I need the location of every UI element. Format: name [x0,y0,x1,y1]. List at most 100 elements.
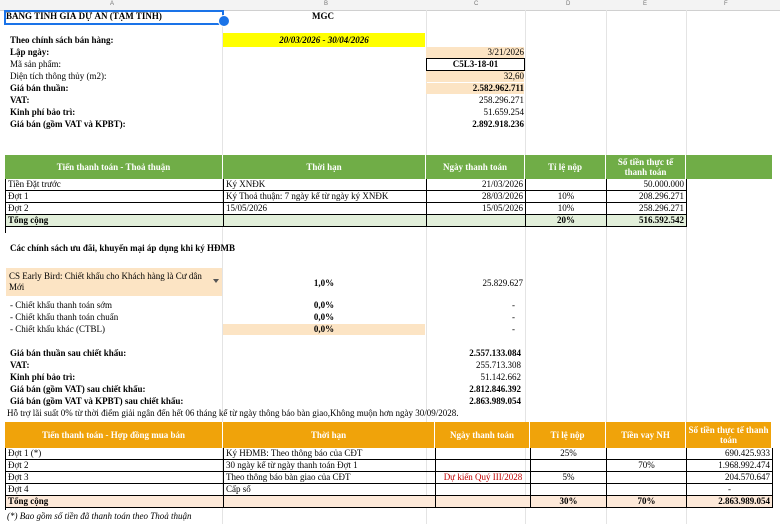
summary-label[interactable]: Giá bán (gồm VAT) sau chiết khấu: [10,384,146,395]
footnote[interactable]: (*) Bao gồm số tiền đã thanh toán theo T… [7,511,192,522]
total-amount[interactable]: 516.592.542 [607,215,687,226]
info-label[interactable]: Giá bán (gồm VAT và KPBT): [10,119,126,130]
early-bird-rate[interactable]: 1,0% [223,278,425,289]
table2-header-cell[interactable]: Tiền vay NH [606,422,686,448]
info-label[interactable]: VAT: [10,95,30,106]
amount-cell[interactable]: - [687,484,773,495]
table2-header-cell[interactable]: Tiến thanh toán - Hợp đồng mua bán [5,422,223,448]
discount-rate[interactable]: 0,0% [223,312,425,323]
amount-cell[interactable]: 690.425.933 [687,448,773,459]
rate-cell[interactable] [531,460,607,471]
amount-cell[interactable]: 204.570.647 [687,472,773,483]
summary-value[interactable]: 255.713.308 [426,360,521,371]
summary-label[interactable]: VAT: [10,360,30,371]
summary-label[interactable]: Giá bán thuần sau chiết khấu: [10,348,126,359]
column-header-d[interactable]: D [566,1,570,7]
rate-cell[interactable]: 5% [531,472,607,483]
column-header-c[interactable]: C [474,1,478,7]
date-cell[interactable]: Dự kiến Quý III/2028 [436,472,531,483]
discount-label[interactable]: - Chiết khấu khác (CTBL) [10,324,105,335]
info-label[interactable]: Diện tích thông thủy (m2): [10,71,107,82]
discount-amount[interactable]: - [426,300,515,311]
loan-cell[interactable] [607,448,687,459]
table2-header-cell[interactable]: Số tiền thực tế thanh toán [686,422,772,448]
date-cell[interactable] [427,215,526,226]
table2-header-cell[interactable]: Tỉ lệ nộp [530,422,606,448]
info-value[interactable]: 3/21/2026 [426,47,524,58]
rate-cell[interactable] [526,179,607,190]
stage-cell[interactable]: Đợt 1 (*) [6,448,224,459]
date-cell[interactable]: 28/03/2026 [427,191,526,202]
table2-header-cell[interactable]: Ngày thanh toán [435,422,530,448]
total-label[interactable]: Tổng cộng [6,215,224,226]
summary-label[interactable]: Kinh phí bảo trì: [10,372,75,383]
loan-cell[interactable] [607,472,687,483]
rate-cell[interactable]: 10% [526,203,607,214]
term-cell[interactable] [224,496,436,507]
discount-heading[interactable]: Các chính sách ưu đãi, khuyến mại áp dụn… [10,243,235,254]
term-cell[interactable]: Cấp sổ [224,484,436,495]
spreadsheet[interactable]: A B C D E F BẢNG TÍNH GIÁ DỰ ÁN (TẠM TÍN… [0,0,780,524]
column-header-a[interactable]: A [110,1,114,7]
term-cell[interactable]: Ký HĐMB: Theo thông báo của CĐT [224,448,436,459]
date-cell[interactable]: 15/05/2026 [427,203,526,214]
selection-handle[interactable] [218,15,230,27]
term-cell[interactable]: 15/05/2026 [224,203,427,214]
discount-amount[interactable]: - [426,312,515,323]
product-code-input[interactable]: C5L3-18-01 [426,58,525,71]
date-cell[interactable] [436,484,531,495]
stage-cell[interactable]: Đợt 1 [6,191,224,202]
amount-cell[interactable]: 258.296.271 [607,203,687,214]
stage-cell[interactable]: Tiền Đặt trước [6,179,224,190]
total-amount[interactable]: 2.863.989.054 [687,496,773,507]
discount-label[interactable]: - Chiết khấu thanh toán sớm [10,300,112,311]
term-cell[interactable]: Theo thông báo bàn giao của CĐT [224,472,436,483]
discount-rate[interactable]: 0,0% [223,324,425,335]
rate-cell[interactable] [531,484,607,495]
stage-cell[interactable]: Đợt 2 [6,203,224,214]
table2-header-cell[interactable]: Thời hạn [223,422,435,448]
summary-label[interactable]: Giá bán (gồm VAT và KPBT) sau chiết khấu… [10,396,183,407]
date-cell[interactable] [436,460,531,471]
total-loan[interactable]: 70% [607,496,687,507]
amount-cell[interactable]: 1.968.992.474 [687,460,773,471]
table1-header-cell[interactable]: Ngày thanh toán [426,155,525,179]
summary-value[interactable]: 2.812.846.392 [426,384,521,395]
loan-cell[interactable]: 70% [607,460,687,471]
info-value[interactable]: 2.892.918.236 [426,119,524,130]
info-label[interactable]: Kinh phí bảo trì: [10,107,75,118]
stage-cell[interactable]: Đợt 4 [6,484,224,495]
date-cell[interactable]: 21/03/2026 [427,179,526,190]
term-cell[interactable]: 30 ngày kể từ ngày thanh toán Đợt 1 [224,460,436,471]
column-header-b[interactable]: B [324,1,328,7]
table1-header-cell[interactable]: Số tiền thực tế thanh toán [606,155,686,179]
amount-cell[interactable]: 50.000.000 [607,179,687,190]
term-cell[interactable]: Ký Thoả thuận: 7 ngày kể từ ngày ký XNĐK [224,191,427,202]
total-rate[interactable]: 20% [526,215,607,226]
rate-cell[interactable]: 10% [526,191,607,202]
interest-note[interactable]: Hỗ trợ lãi suất 0% từ thời điểm giải ngâ… [7,408,458,419]
total-label[interactable]: Tổng cộng [6,496,224,507]
table1-header-cell[interactable]: Tiến thanh toán - Thoả thuận [5,155,223,179]
amount-cell[interactable]: 208.296.271 [607,191,687,202]
chevron-down-icon[interactable] [213,279,219,283]
term-cell[interactable]: Ký XNĐK [224,179,427,190]
stage-cell[interactable]: Đợt 3 [6,472,224,483]
total-rate[interactable]: 30% [531,496,607,507]
early-bird-dropdown[interactable]: CS Early Bird: Chiết khấu cho Khách hàng… [6,268,222,296]
info-value[interactable]: 2.582.962.711 [426,83,524,94]
summary-value[interactable]: 2.863.989.054 [426,396,521,407]
info-value[interactable]: 51.659.254 [426,107,525,118]
early-bird-amount[interactable]: 25.829.627 [426,278,524,289]
column-header-e[interactable]: E [643,1,647,7]
info-label[interactable]: Giá bán thuần: [10,83,69,94]
project-code[interactable]: MGC [312,11,334,22]
column-header-f[interactable]: F [724,1,728,7]
discount-amount[interactable]: - [426,324,515,335]
policy-period[interactable]: 20/03/2026 - 30/04/2026 [223,33,425,47]
discount-label[interactable]: - Chiết khấu thanh toán chuẩn [10,312,118,323]
rate-cell[interactable]: 25% [531,448,607,459]
summary-value[interactable]: 51.142.662 [426,372,522,383]
summary-value[interactable]: 2.557.133.084 [426,348,521,359]
loan-cell[interactable] [607,484,687,495]
